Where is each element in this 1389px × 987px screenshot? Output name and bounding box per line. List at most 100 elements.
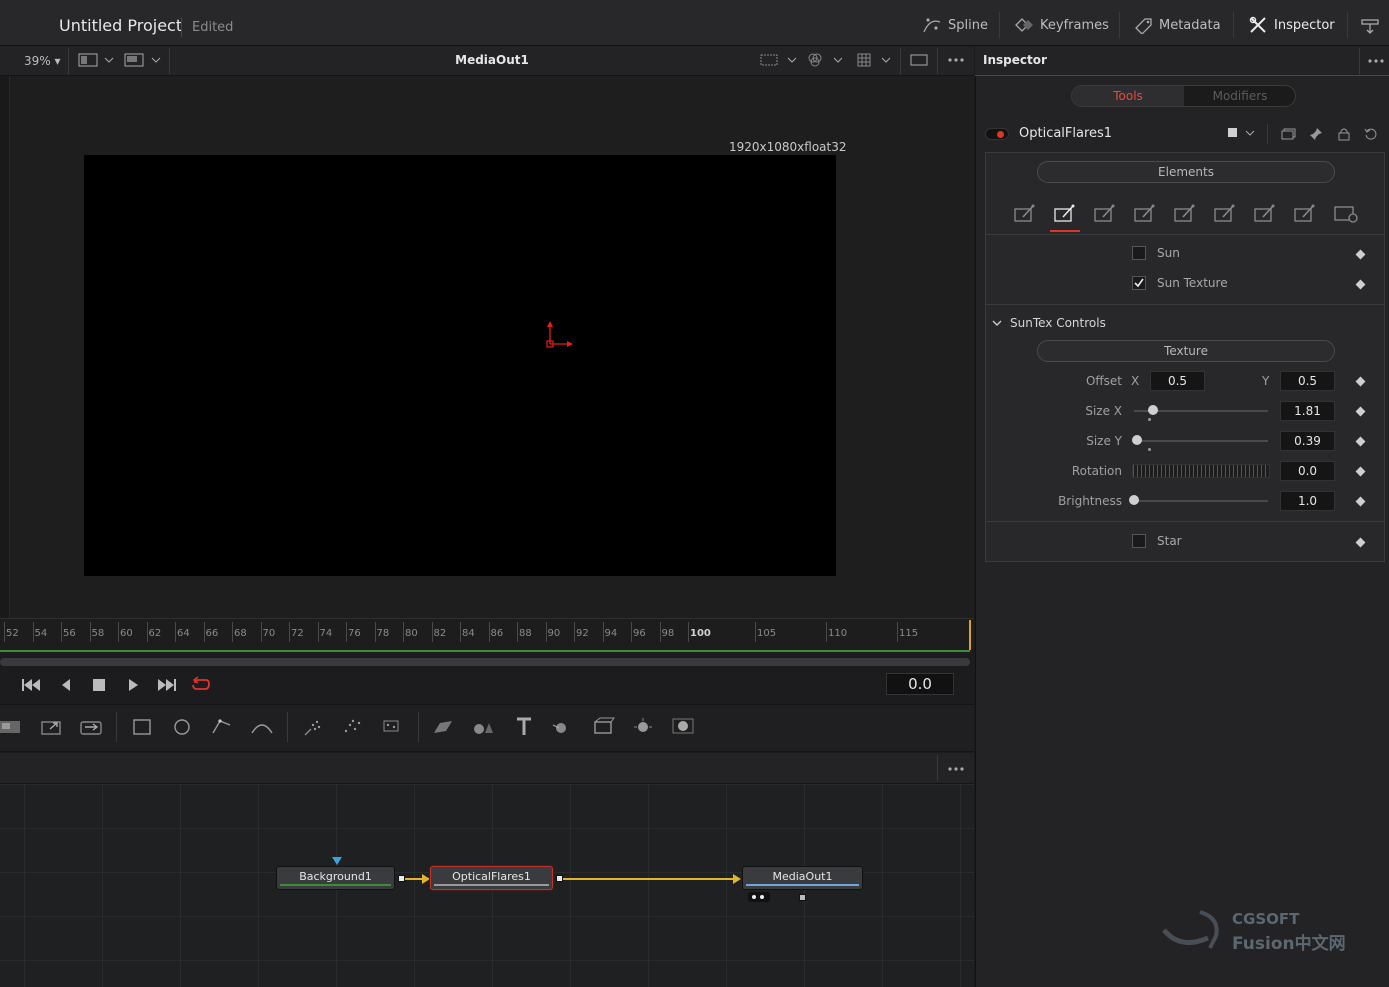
image-plane-3d-icon[interactable] (430, 715, 454, 739)
ruler-tick (431, 622, 433, 642)
current-time-field[interactable]: 0.0 (886, 673, 954, 695)
layout-icon[interactable] (1360, 17, 1380, 35)
grid-icon[interactable] (856, 52, 872, 68)
inspector-tab[interactable]: Inspector (1248, 10, 1335, 40)
lock-icon[interactable] (1336, 126, 1352, 142)
stop-icon[interactable] (88, 676, 110, 694)
elements-header[interactable]: Elements (1037, 161, 1335, 183)
element-icon[interactable] (1173, 203, 1199, 225)
brightness-field[interactable]: 1.0 (1280, 491, 1335, 511)
playhead-end-marker[interactable] (969, 620, 971, 650)
keyframes-tab[interactable]: Keyframes (1014, 10, 1109, 40)
tab-modifiers[interactable]: Modifiers (1184, 86, 1295, 106)
ruler-tick (460, 622, 461, 642)
slider-knob[interactable] (1131, 435, 1142, 445)
size-x-field[interactable]: 1.81 (1280, 401, 1335, 421)
metadata-tab[interactable]: Metadata (1133, 10, 1221, 40)
renderer-3d-icon[interactable] (671, 715, 695, 739)
ruler-label: 62 (148, 628, 162, 639)
play-reverse-icon[interactable] (56, 676, 78, 694)
chevron-down-icon[interactable] (104, 52, 114, 68)
camera-3d-icon[interactable] (592, 715, 616, 739)
tool-enable-toggle[interactable] (985, 128, 1009, 140)
texture-button[interactable]: Texture (1037, 340, 1335, 362)
rectangle-mask-icon[interactable] (130, 715, 154, 739)
element-icon[interactable] (1293, 203, 1319, 225)
more-options-icon[interactable] (946, 52, 966, 68)
sun-texture-checkbox[interactable] (1132, 276, 1146, 290)
node-mediaout[interactable]: MediaOut1 (742, 866, 863, 890)
element-icon[interactable] (1253, 203, 1279, 225)
chevron-down-icon[interactable] (151, 52, 161, 68)
center-widget-icon[interactable] (542, 318, 576, 350)
merge-3d-icon[interactable] (551, 715, 575, 739)
pin-icon[interactable] (1308, 126, 1324, 142)
timeline-scrollbar[interactable] (0, 658, 970, 666)
bspline-mask-icon[interactable] (250, 715, 274, 739)
slider-knob[interactable] (1147, 405, 1158, 415)
more-options-icon[interactable] (946, 761, 966, 777)
element-icon[interactable] (1013, 203, 1039, 225)
layout-view-icon[interactable] (124, 52, 144, 68)
sun-checkbox[interactable] (1132, 246, 1146, 260)
tab-tools[interactable]: Tools (1072, 86, 1184, 106)
element-settings-icon[interactable] (1333, 203, 1359, 225)
versions-icon[interactable] (1280, 126, 1296, 142)
node-opticalflares[interactable]: OpticalFlares1 (430, 866, 553, 890)
roi-icon[interactable] (760, 52, 778, 68)
node-background[interactable]: Background1 (276, 866, 395, 890)
size-y-field[interactable]: 0.39 (1280, 431, 1335, 451)
spline-tab[interactable]: Spline (922, 10, 988, 40)
shape-3d-icon[interactable] (471, 715, 495, 739)
chevron-down-icon[interactable] (787, 52, 797, 68)
color-channels-icon[interactable] (807, 52, 823, 68)
chevron-down-icon[interactable] (1244, 127, 1256, 139)
offset-y-field[interactable]: 0.5 (1280, 371, 1335, 391)
more-options-icon[interactable] (1366, 53, 1386, 69)
viewer-buttons[interactable] (748, 892, 770, 902)
zoom-dropdown[interactable]: 39% ▾ (24, 54, 61, 68)
particle-merge-icon[interactable] (380, 715, 404, 739)
viewer-canvas[interactable] (84, 155, 836, 576)
chevron-down-icon[interactable] (881, 52, 891, 68)
go-to-end-icon[interactable] (156, 676, 178, 694)
polygon-mask-icon[interactable] (210, 715, 234, 739)
output-port[interactable] (556, 875, 563, 882)
rotation-field[interactable]: 0.0 (1280, 461, 1335, 481)
reset-icon[interactable] (1363, 126, 1379, 142)
merge-tool-icon[interactable] (79, 715, 103, 739)
loop-icon[interactable] (190, 676, 212, 694)
arrow-icon (733, 874, 741, 884)
transform-tool-icon[interactable] (39, 715, 63, 739)
single-viewer-icon[interactable] (909, 52, 929, 68)
section-header[interactable]: SunTex Controls (1010, 316, 1106, 330)
rotation-thumbwheel[interactable] (1132, 464, 1270, 478)
output-port[interactable] (398, 875, 405, 882)
split-view-icon[interactable] (78, 52, 98, 68)
chevron-down-icon[interactable] (833, 52, 843, 68)
particle-emitter-icon[interactable] (301, 715, 325, 739)
ruler-tick (317, 622, 319, 642)
text-3d-icon[interactable] (512, 715, 536, 739)
element-icon[interactable] (1053, 203, 1079, 225)
slider-knob[interactable] (1129, 495, 1139, 505)
brightness-slider[interactable] (1134, 500, 1268, 502)
output-port[interactable] (799, 894, 806, 901)
offset-x-field[interactable]: 0.5 (1150, 371, 1205, 391)
connection-line[interactable] (563, 878, 735, 880)
color-swatch[interactable] (1228, 128, 1237, 137)
size-y-slider[interactable] (1134, 440, 1268, 442)
light-3d-icon[interactable] (631, 715, 655, 739)
go-to-start-icon[interactable] (20, 676, 42, 694)
element-icon[interactable] (1093, 203, 1119, 225)
ruler-label: 100 (690, 628, 711, 639)
play-icon[interactable] (122, 676, 144, 694)
render-range-bar (0, 650, 970, 652)
background-tool-icon[interactable] (0, 715, 24, 739)
element-icon[interactable] (1133, 203, 1159, 225)
element-icon[interactable] (1213, 203, 1239, 225)
chevron-down-icon[interactable] (992, 318, 1002, 328)
ellipse-mask-icon[interactable] (170, 715, 194, 739)
star-checkbox[interactable] (1132, 534, 1146, 548)
particle-render-icon[interactable] (340, 715, 364, 739)
